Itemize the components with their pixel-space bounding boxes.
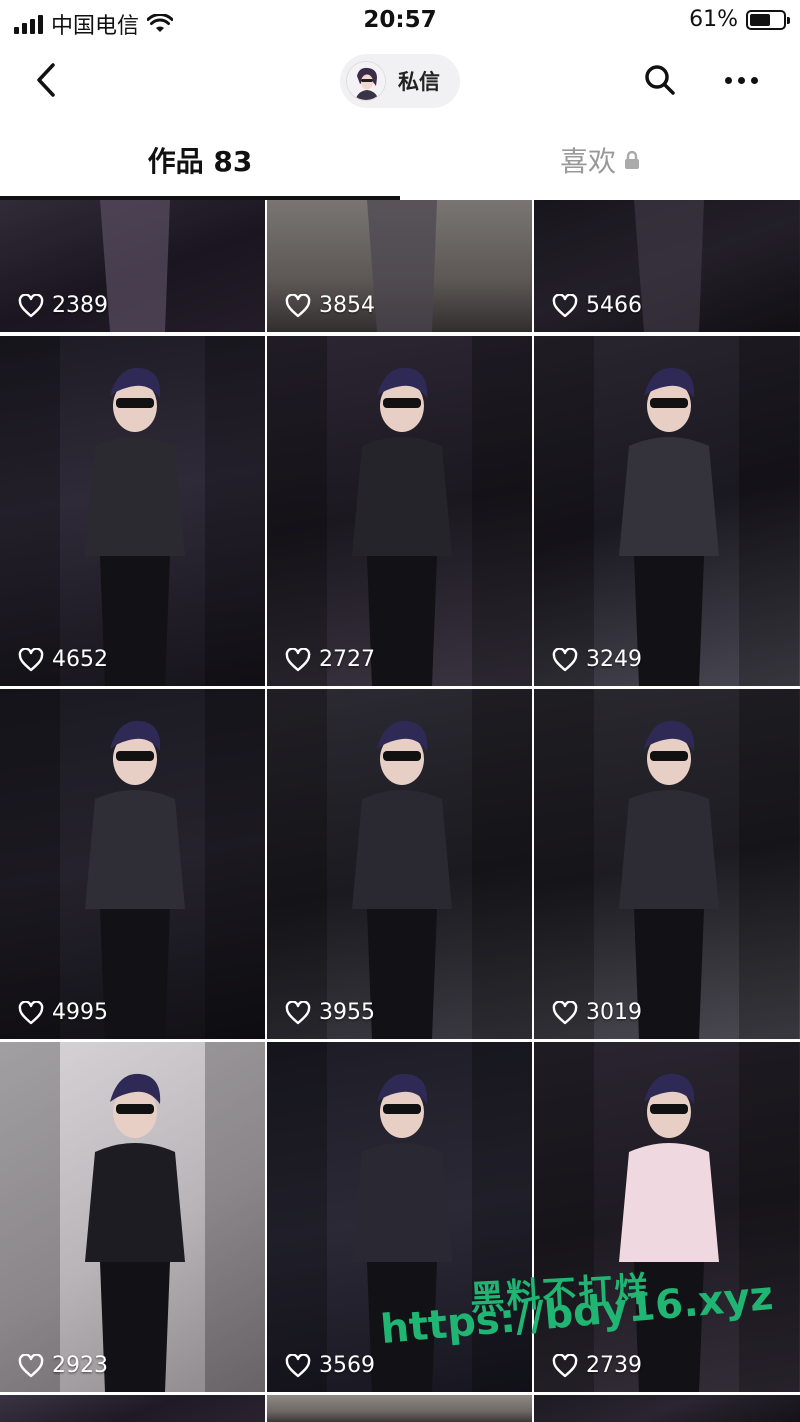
like-count-value: 2739	[586, 1353, 642, 1378]
like-count-value: 4995	[52, 1000, 108, 1025]
like-count-value: 3955	[319, 1000, 375, 1025]
heart-icon	[18, 1000, 44, 1024]
like-count: 4995	[18, 1000, 108, 1025]
video-thumbnail[interactable]: 3019	[534, 689, 800, 1039]
like-count-value: 2923	[52, 1353, 108, 1378]
back-button[interactable]	[24, 58, 68, 102]
like-count: 3019	[552, 1000, 642, 1025]
like-count: 4652	[18, 647, 108, 672]
heart-icon	[552, 293, 578, 317]
tab-works-label: 作品 83	[147, 145, 253, 178]
like-count: 3569	[285, 1353, 375, 1378]
status-bar: 中国电信 20:57 61%	[0, 0, 800, 42]
thumbnail-image	[267, 336, 532, 686]
like-count-value: 3249	[586, 647, 642, 672]
like-count-value: 3569	[319, 1353, 375, 1378]
like-count: 5466	[552, 293, 642, 318]
video-thumbnail[interactable]: 3249	[534, 336, 800, 686]
like-count: 3249	[552, 647, 642, 672]
heart-icon	[18, 647, 44, 671]
avatar	[346, 61, 386, 101]
video-thumbnail[interactable]: 2389	[0, 200, 265, 332]
tab-works[interactable]: 作品 83	[0, 120, 400, 200]
search-icon	[645, 65, 675, 95]
video-thumbnail[interactable]: 3854	[267, 200, 532, 332]
video-thumbnail[interactable]	[534, 1395, 800, 1422]
more-button[interactable]	[716, 58, 766, 102]
video-thumbnail[interactable]	[0, 1395, 265, 1422]
thumbnail-image	[267, 689, 532, 1039]
lock-icon	[625, 150, 639, 169]
like-count-value: 4652	[52, 647, 108, 672]
thumbnail-image	[0, 1042, 265, 1392]
nav-bar: 私信	[0, 42, 800, 120]
video-thumbnail[interactable]: 2923	[0, 1042, 265, 1392]
thumbnail-image	[267, 1042, 532, 1392]
heart-icon	[285, 1000, 311, 1024]
heart-icon	[285, 647, 311, 671]
like-count: 3955	[285, 1000, 375, 1025]
heart-icon	[552, 647, 578, 671]
thumbnail-image	[0, 689, 265, 1039]
heart-icon	[18, 1353, 44, 1377]
like-count-value: 5466	[586, 293, 642, 318]
search-button[interactable]	[638, 58, 682, 102]
like-count: 2739	[552, 1353, 642, 1378]
tab-likes[interactable]: 喜欢	[400, 120, 800, 200]
like-count-value: 2727	[319, 647, 375, 672]
like-count-value: 2389	[52, 293, 108, 318]
thumbnail-image	[534, 689, 799, 1039]
video-thumbnail[interactable]: 4652	[0, 336, 265, 686]
like-count-value: 3019	[586, 1000, 642, 1025]
status-time: 20:57	[363, 7, 437, 33]
thumbnail-image	[0, 336, 265, 686]
heart-icon	[285, 1353, 311, 1377]
like-count: 2727	[285, 647, 375, 672]
profile-tabs: 作品 83 喜欢	[0, 120, 800, 200]
battery-level	[750, 13, 770, 26]
video-thumbnail[interactable]: 5466	[534, 200, 800, 332]
video-thumbnail[interactable]: 3569	[267, 1042, 532, 1392]
direct-message-button[interactable]: 私信	[340, 54, 460, 108]
status-right: 61%	[689, 7, 790, 32]
video-grid: 2389 3854 5466 4652 2727 3249 4995 3955 3019 2923…	[0, 200, 800, 1422]
video-thumbnail[interactable]: 2727	[267, 336, 532, 686]
video-thumbnail[interactable]: 4995	[0, 689, 265, 1039]
heart-icon	[18, 293, 44, 317]
like-count: 2923	[18, 1353, 108, 1378]
heart-icon	[285, 293, 311, 317]
like-count: 3854	[285, 293, 375, 318]
thumbnail-image	[534, 1042, 799, 1392]
video-thumbnail[interactable]	[267, 1395, 532, 1422]
video-thumbnail[interactable]: 3955	[267, 689, 532, 1039]
dm-label: 私信	[398, 70, 440, 94]
video-thumbnail[interactable]: 2739	[534, 1042, 800, 1392]
like-count-value: 3854	[319, 293, 375, 318]
chevron-left-icon	[37, 63, 55, 97]
tab-likes-label: 喜欢	[559, 145, 616, 178]
like-count: 2389	[18, 293, 108, 318]
heart-icon	[552, 1353, 578, 1377]
thumbnail-image	[534, 336, 799, 686]
more-icon	[724, 76, 732, 84]
battery-percent: 61%	[689, 7, 738, 32]
battery-icon	[746, 9, 790, 30]
heart-icon	[552, 1000, 578, 1024]
